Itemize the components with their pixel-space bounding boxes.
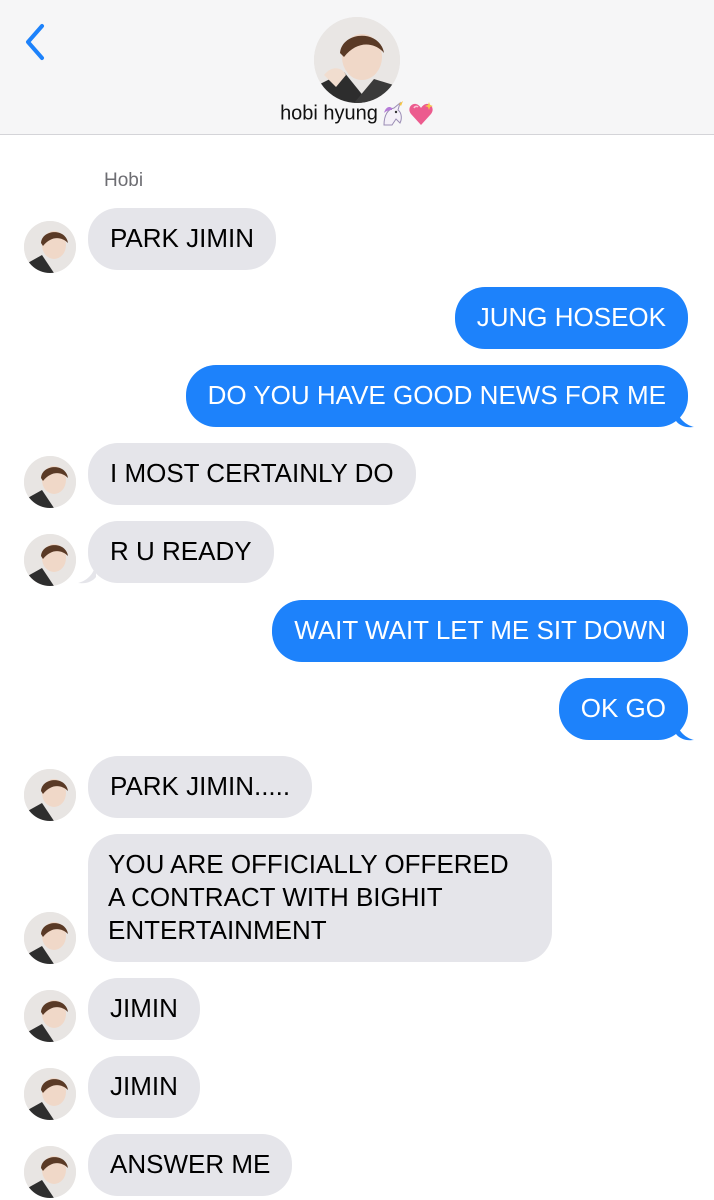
outgoing-message-bubble[interactable]: JUNG HOSEOK (454, 287, 688, 349)
contact-avatar[interactable] (314, 17, 400, 103)
sender-avatar[interactable] (24, 990, 76, 1042)
sender-avatar[interactable] (24, 912, 76, 964)
sender-avatar[interactable] (24, 221, 76, 273)
back-button[interactable] (22, 22, 54, 62)
incoming-message-bubble[interactable]: JIMIN (88, 978, 200, 1040)
sender-avatar[interactable] (24, 1068, 76, 1120)
contact-name: hobi hyung (280, 102, 378, 125)
sender-avatar[interactable] (24, 1146, 76, 1198)
incoming-message-bubble[interactable]: ANSWER ME (88, 1134, 293, 1196)
incoming-message-bubble[interactable]: I MOST CERTAINLY DO (88, 443, 416, 505)
incoming-message-bubble[interactable]: YOU ARE OFFICIALLY OFFERED A CONTRACT WI… (88, 834, 552, 962)
conversation-header: hobi hyung (0, 0, 714, 135)
sparkling-heart-icon (408, 101, 434, 127)
bubble-tail (676, 720, 694, 741)
contact-name-row[interactable]: hobi hyung (0, 99, 714, 127)
outgoing-message-bubble[interactable]: WAIT WAIT LET ME SIT DOWN (272, 600, 688, 662)
sender-avatar[interactable] (24, 456, 76, 508)
outgoing-message-bubble[interactable]: OK GO (558, 678, 688, 740)
sender-avatar[interactable] (24, 534, 76, 586)
bubble-tail (78, 563, 96, 584)
incoming-message-bubble[interactable]: PARK JIMIN (88, 208, 276, 270)
unicorn-icon (380, 100, 406, 127)
incoming-message-bubble[interactable]: JIMIN (88, 1056, 200, 1118)
bubble-tail (676, 407, 694, 428)
chevron-left-icon (26, 24, 44, 60)
sender-label: Hobi (104, 170, 144, 191)
sender-avatar[interactable] (24, 769, 76, 821)
incoming-message-bubble[interactable]: PARK JIMIN..... (88, 756, 313, 818)
incoming-message-bubble[interactable]: R U READY (88, 521, 274, 583)
outgoing-message-bubble[interactable]: DO YOU HAVE GOOD NEWS FOR ME (185, 365, 688, 427)
